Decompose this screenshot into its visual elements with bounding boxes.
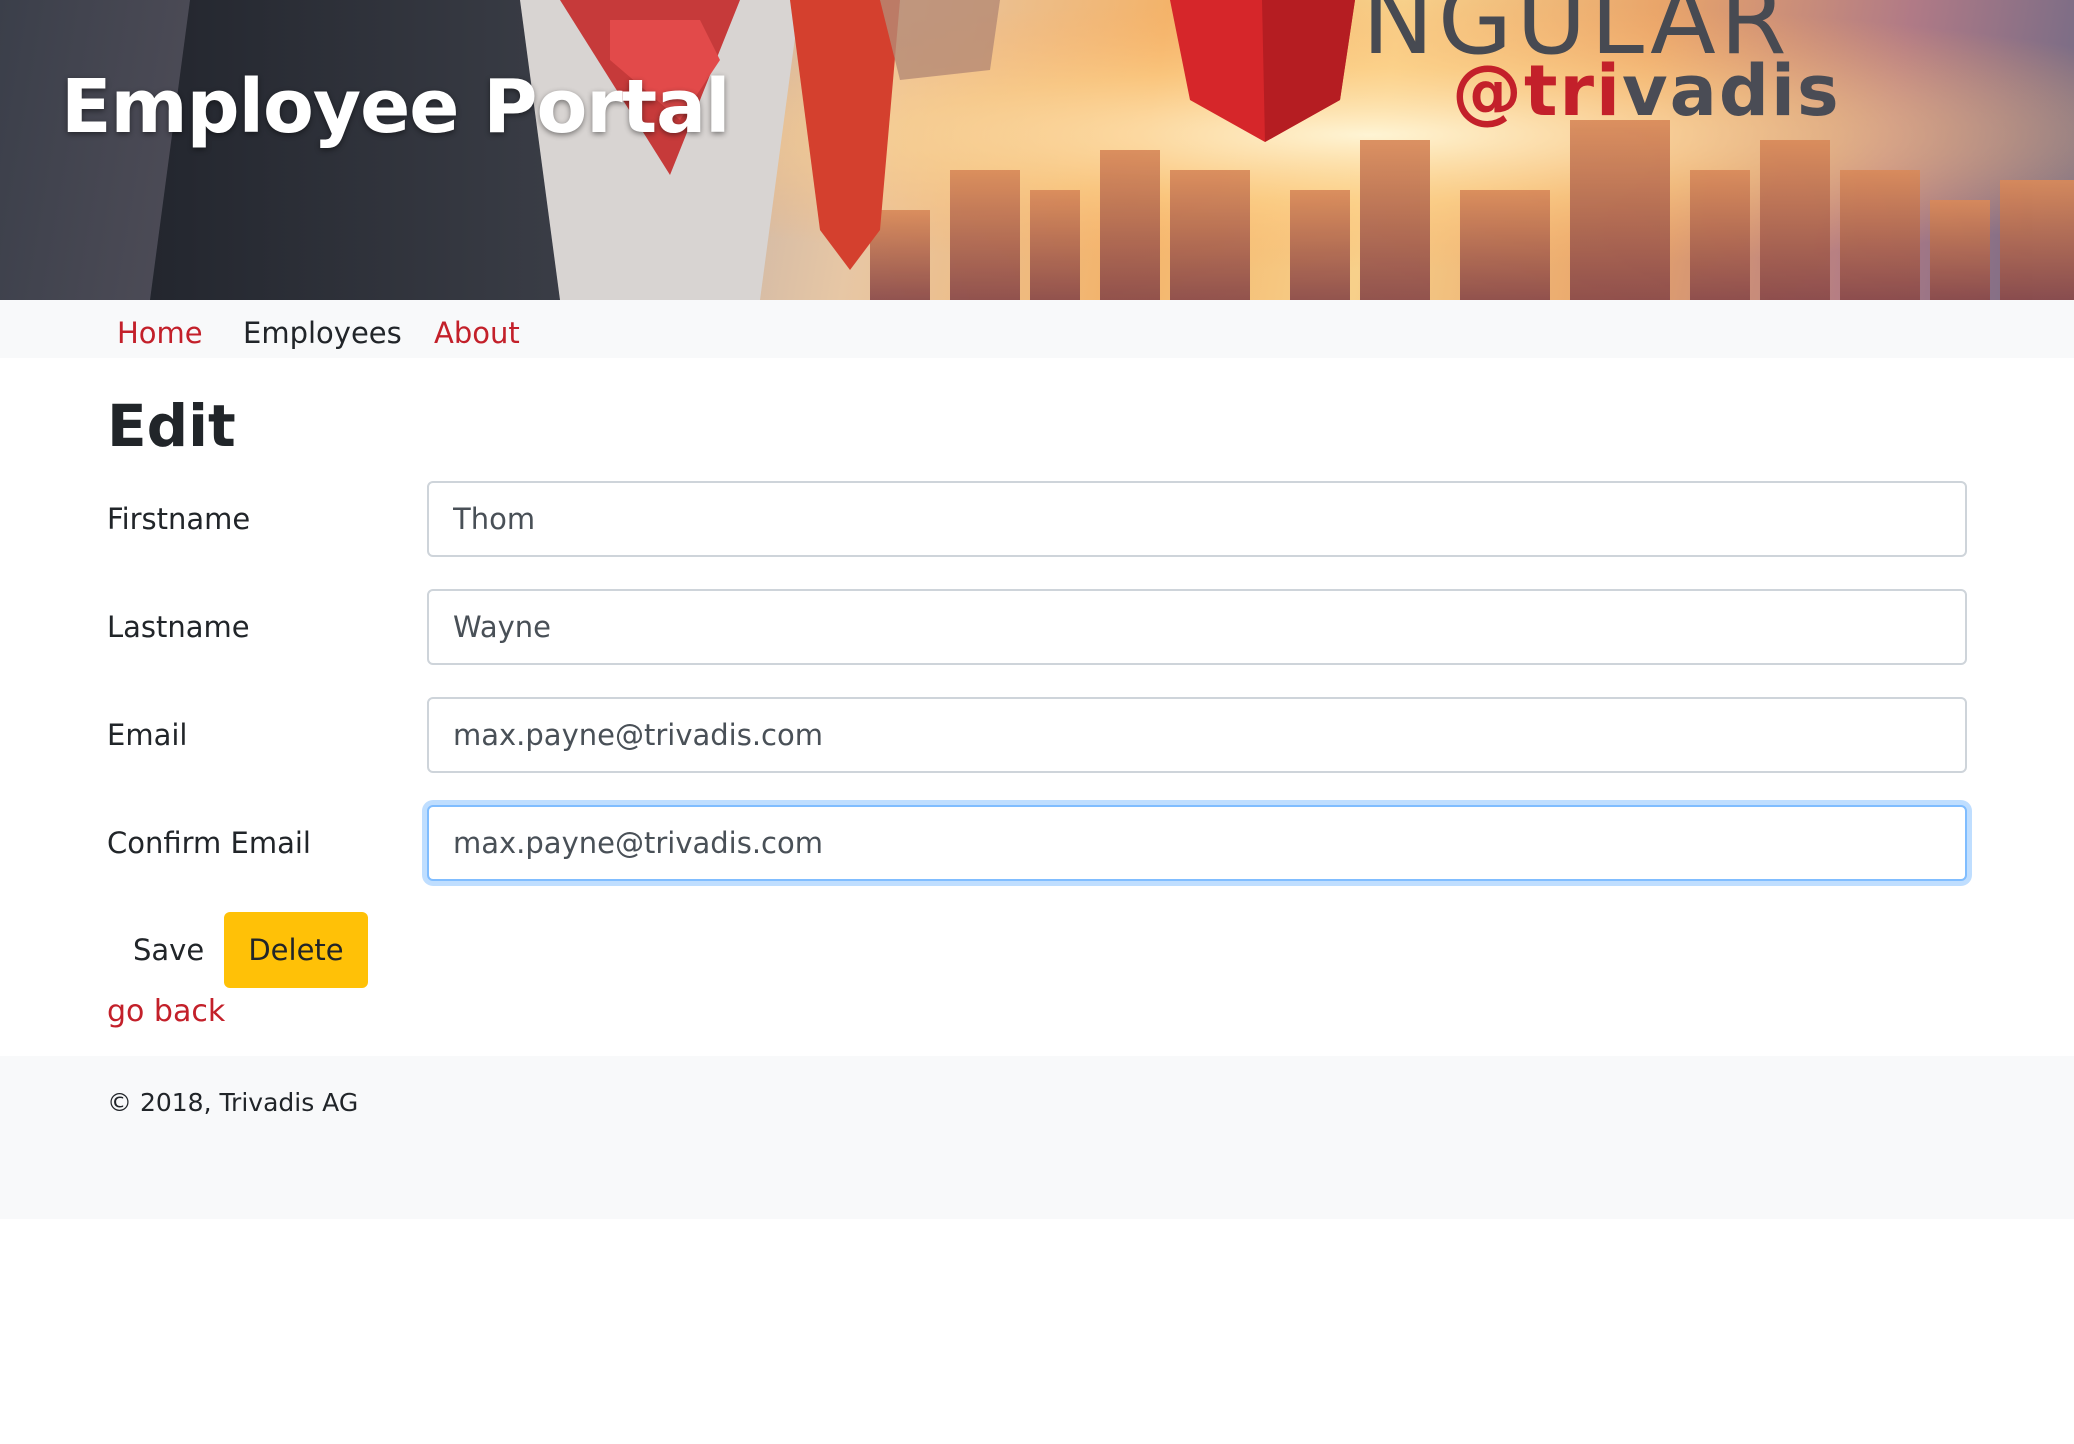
nav-home-link[interactable]: Home xyxy=(117,316,203,350)
page-footer: © 2018, Trivadis AG xyxy=(0,1056,2074,1219)
firstname-label: Firstname xyxy=(107,502,251,536)
go-back-link[interactable]: go back xyxy=(107,994,225,1029)
app-title: Employee Portal xyxy=(61,64,730,150)
brand-trivadis: @trivadis xyxy=(1452,50,1841,132)
confirm-email-label: Confirm Email xyxy=(107,826,311,860)
lastname-label: Lastname xyxy=(107,610,250,644)
header-banner: NGULAR @trivadis Employee Portal xyxy=(0,0,2074,300)
save-button[interactable]: Save xyxy=(107,912,230,988)
brand-trivadis-suffix: vadis xyxy=(1621,50,1841,132)
confirm-email-input[interactable] xyxy=(427,805,1967,881)
main-nav: Home Employees About xyxy=(0,300,2074,358)
nav-employees-link[interactable]: Employees xyxy=(243,316,402,350)
brand-trivadis-prefix: @tri xyxy=(1452,50,1622,132)
firstname-input[interactable] xyxy=(427,481,1967,557)
email-input[interactable] xyxy=(427,697,1967,773)
delete-button[interactable]: Delete xyxy=(224,912,368,988)
email-label: Email xyxy=(107,718,188,752)
page-title: Edit xyxy=(107,392,236,460)
lastname-input[interactable] xyxy=(427,589,1967,665)
nav-about-link[interactable]: About xyxy=(434,316,520,350)
copyright-text: © 2018, Trivadis AG xyxy=(107,1088,359,1117)
